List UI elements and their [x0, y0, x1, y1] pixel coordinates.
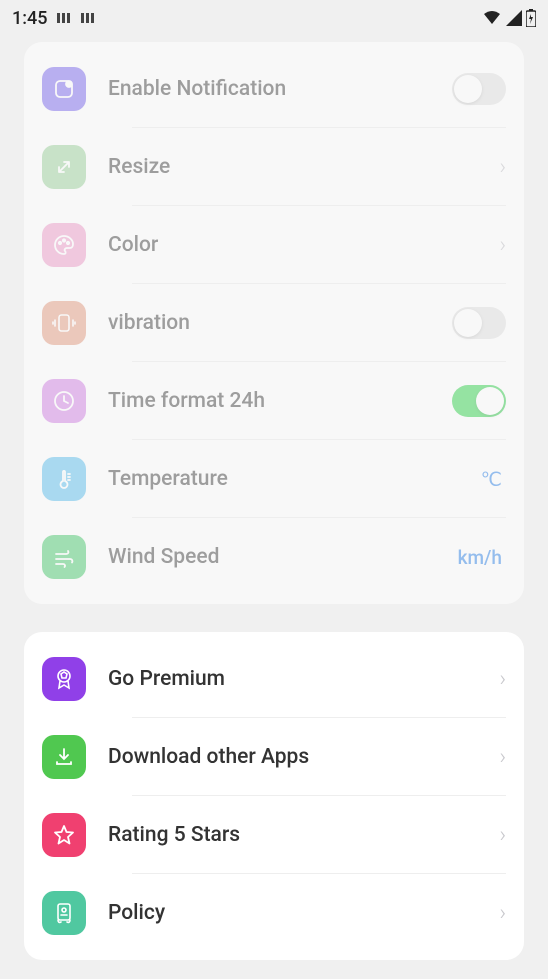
row-label: Download other Apps: [108, 745, 499, 769]
wifi-icon: [482, 10, 502, 26]
chevron-right-icon: ›: [499, 155, 506, 180]
resize-icon: [42, 145, 86, 189]
row-policy[interactable]: Policy ›: [24, 874, 524, 952]
star-icon: [42, 813, 86, 857]
signal-icon: [506, 10, 522, 26]
row-resize[interactable]: Resize ›: [24, 128, 524, 206]
status-time: 1:45: [12, 8, 47, 29]
row-label: Policy: [108, 901, 499, 925]
status-notif-icon-2: [81, 11, 95, 25]
row-label: Time format 24h: [108, 389, 452, 413]
download-icon: [42, 735, 86, 779]
row-label: Resize: [108, 155, 499, 179]
chevron-right-icon: ›: [499, 823, 506, 848]
vibration-icon: [42, 301, 86, 345]
chevron-right-icon: ›: [499, 233, 506, 258]
battery-icon: [526, 9, 536, 27]
chevron-right-icon: ›: [499, 667, 506, 692]
toggle-vibration[interactable]: [452, 307, 506, 339]
toggle-notification[interactable]: [452, 73, 506, 105]
wind-speed-value: km/h: [458, 546, 502, 569]
color-icon: [42, 223, 86, 267]
row-time-format[interactable]: Time format 24h: [24, 362, 524, 440]
status-notif-icon: [57, 11, 71, 25]
settings-card-1: Enable Notification Resize › Color › vib…: [24, 42, 524, 604]
notification-icon: [42, 67, 86, 111]
wind-icon: [42, 535, 86, 579]
row-go-premium[interactable]: Go Premium ›: [24, 640, 524, 718]
chevron-right-icon: ›: [499, 901, 506, 926]
settings-card-2: Go Premium › Download other Apps › Ratin…: [24, 632, 524, 960]
row-label: Enable Notification: [108, 77, 452, 101]
row-label: Go Premium: [108, 667, 499, 691]
policy-icon: [42, 891, 86, 935]
row-label: Rating 5 Stars: [108, 823, 499, 847]
row-label: Wind Speed: [108, 545, 458, 569]
row-vibration[interactable]: vibration: [24, 284, 524, 362]
row-label: Temperature: [108, 467, 481, 491]
chevron-right-icon: ›: [499, 745, 506, 770]
clock-icon: [42, 379, 86, 423]
row-rating[interactable]: Rating 5 Stars ›: [24, 796, 524, 874]
row-label: vibration: [108, 311, 452, 335]
row-label: Color: [108, 233, 499, 257]
row-download-apps[interactable]: Download other Apps ›: [24, 718, 524, 796]
row-color[interactable]: Color ›: [24, 206, 524, 284]
temperature-value: ℃: [481, 468, 502, 491]
thermometer-icon: [42, 457, 86, 501]
status-bar: 1:45: [0, 0, 548, 36]
row-enable-notification[interactable]: Enable Notification: [24, 50, 524, 128]
row-temperature[interactable]: Temperature ℃: [24, 440, 524, 518]
premium-icon: [42, 657, 86, 701]
toggle-time-format[interactable]: [452, 385, 506, 417]
row-wind-speed[interactable]: Wind Speed km/h: [24, 518, 524, 596]
